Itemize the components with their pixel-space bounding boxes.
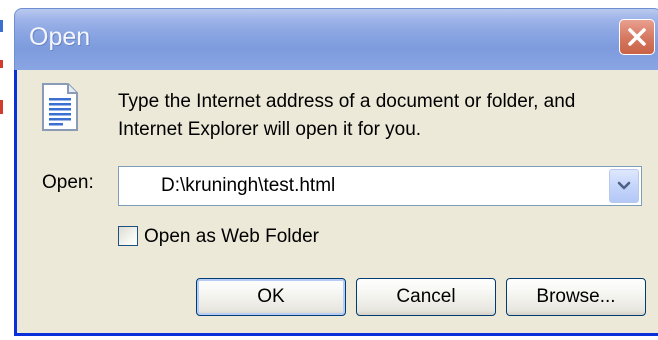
ok-button[interactable]: OK bbox=[196, 278, 346, 316]
title-bar[interactable]: Open bbox=[14, 8, 658, 70]
address-dropdown-button[interactable] bbox=[609, 169, 639, 203]
browse-button[interactable]: Browse... bbox=[506, 278, 646, 316]
close-button[interactable] bbox=[619, 19, 655, 55]
web-folder-checkbox[interactable] bbox=[118, 226, 138, 246]
chevron-down-icon bbox=[617, 181, 631, 190]
address-combobox[interactable]: D:\kruningh\test.html bbox=[118, 166, 642, 206]
address-input[interactable]: D:\kruningh\test.html bbox=[161, 175, 335, 197]
open-label: Open: bbox=[42, 172, 94, 193]
dialog-message: Type the Internet address of a document … bbox=[118, 91, 576, 140]
background-mark bbox=[0, 60, 3, 68]
web-folder-checkbox-label[interactable]: Open as Web Folder bbox=[144, 226, 319, 248]
background-mark bbox=[0, 100, 3, 114]
close-icon bbox=[628, 28, 646, 46]
cancel-button[interactable]: Cancel bbox=[356, 278, 496, 316]
dialog-title: Open bbox=[29, 23, 91, 51]
document-icon bbox=[40, 82, 80, 137]
background-mark bbox=[0, 20, 3, 32]
background-strip bbox=[0, 0, 14, 340]
